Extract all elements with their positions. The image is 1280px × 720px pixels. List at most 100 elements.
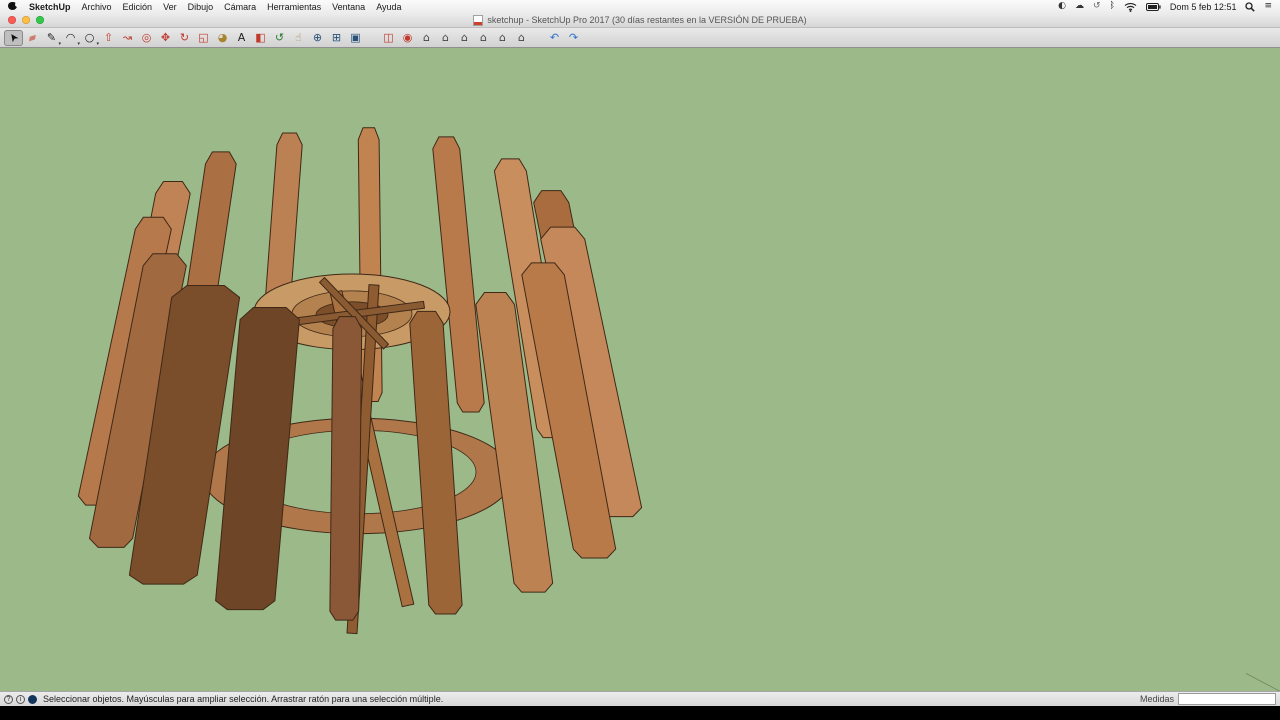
apple-menu[interactable] — [8, 0, 18, 13]
bluetooth-icon[interactable]: ᛒ — [1110, 2, 1115, 11]
menu-item-sketchup[interactable]: SketchUp — [29, 2, 71, 12]
shapes-tool-button[interactable]: ○▾ — [80, 30, 99, 46]
followme-tool-icon: ↝ — [123, 32, 132, 43]
move-tool-button[interactable]: ✥ — [156, 30, 175, 46]
offset-tool-icon: ◎ — [142, 32, 152, 43]
menu-left: SketchUp Archivo Edición Ver Dibujo Cámara Her… — [8, 0, 402, 13]
scale-tool-icon: ◱ — [198, 32, 208, 43]
view-front-icon: ⌂ — [461, 32, 468, 43]
notification-center-icon[interactable]: ≡ — [1264, 2, 1272, 11]
menu-item-edicion[interactable]: Edición — [123, 2, 153, 12]
shapes-tool-icon: ○ — [85, 32, 95, 43]
eraser-tool-icon: ▰ — [27, 31, 38, 44]
drawing-canvas[interactable] — [0, 48, 1280, 691]
status-bar: ?i Seleccionar objetos. Mayúsculas para … — [0, 691, 1280, 706]
tape-measure-tool-button[interactable]: ◕ — [213, 30, 232, 46]
geolocation-status-icon[interactable] — [28, 695, 37, 704]
tool-group-1: ➤ ▰ ✎▾◠▾○▾ ⇧ ↝ ◎ ✥ ↻ ◱ ◕ A ◧ ↺ ☝ ⊕ ⊞ ▣ — [4, 30, 365, 46]
select-tool-icon: ➤ — [6, 31, 20, 45]
close-button[interactable] — [8, 16, 16, 24]
measurements-area: Medidas — [1140, 693, 1276, 705]
model-3d-wooden-structure[interactable] — [0, 48, 1280, 691]
menu-item-ayuda[interactable]: Ayuda — [376, 2, 401, 12]
line-tool-button[interactable]: ✎▾ — [42, 30, 61, 46]
arc-tool-icon: ◠ — [66, 32, 76, 43]
eraser-tool-button[interactable]: ▰ — [23, 30, 42, 46]
menu-item-ver[interactable]: Ver — [163, 2, 177, 12]
zoom-window-tool-button[interactable]: ⊞ — [327, 30, 346, 46]
zoom-tool-icon: ⊕ — [313, 32, 322, 43]
section-plane-tool-button[interactable]: ◫ — [379, 30, 398, 46]
paint-bucket-tool-icon: ◧ — [255, 32, 265, 43]
view-front-button[interactable]: ⌂ — [455, 30, 474, 46]
view-iso-button[interactable]: ⌂ — [417, 30, 436, 46]
view-top-button[interactable]: ⌂ — [436, 30, 455, 46]
text-tool-icon: A — [238, 32, 246, 43]
view-left-button[interactable]: ⌂ — [512, 30, 531, 46]
zoom-button[interactable] — [36, 16, 44, 24]
menu-right: ◐ ☁ ↺ ᛒ Dom 5 feb 12:51 ≡ — [1058, 2, 1272, 12]
window-title-bar[interactable]: sketchup - SketchUp Pro 2017 (30 días re… — [0, 13, 1280, 28]
pan-tool-icon: ☝ — [295, 32, 302, 43]
select-tool-button[interactable]: ➤ — [4, 30, 23, 46]
orbit-tool-button[interactable]: ↺ — [270, 30, 289, 46]
statusbar-icons: ?i — [4, 695, 37, 704]
tape-measure-tool-icon: ◕ — [218, 32, 228, 43]
pushpull-tool-button[interactable]: ⇧ — [99, 30, 118, 46]
menu-item-ventana[interactable]: Ventana — [332, 2, 365, 12]
status-message: Seleccionar objetos. Mayúsculas para amp… — [43, 694, 1134, 704]
cloud-status-icon[interactable]: ☁ — [1075, 2, 1084, 11]
undo-button[interactable]: ↶ — [545, 30, 564, 46]
text-tool-button[interactable]: A — [232, 30, 251, 46]
spotlight-search-icon[interactable] — [1245, 2, 1255, 12]
paint-bucket-tool-button[interactable]: ◧ — [251, 30, 270, 46]
undo-icon: ↶ — [550, 32, 559, 43]
scale-tool-button[interactable]: ◱ — [194, 30, 213, 46]
followme-tool-button[interactable]: ↝ — [118, 30, 137, 46]
rotate-tool-button[interactable]: ↻ — [175, 30, 194, 46]
document-icon — [473, 15, 483, 26]
view-back-button[interactable]: ⌂ — [493, 30, 512, 46]
resize-grip[interactable] — [1246, 673, 1280, 691]
move-tool-icon: ✥ — [161, 32, 170, 43]
view-right-icon: ⌂ — [480, 32, 487, 43]
redo-button[interactable]: ↷ — [564, 30, 583, 46]
time-machine-icon[interactable]: ↺ — [1093, 2, 1101, 11]
letterbox-bar — [0, 706, 1280, 720]
add-location-tool-icon: ◉ — [403, 32, 413, 43]
view-iso-icon: ⌂ — [423, 32, 430, 43]
minimize-button[interactable] — [22, 16, 30, 24]
menu-item-herramientas[interactable]: Herramientas — [267, 2, 321, 12]
view-right-button[interactable]: ⌂ — [474, 30, 493, 46]
pushpull-tool-icon: ⇧ — [104, 32, 113, 43]
view-back-icon: ⌂ — [499, 32, 506, 43]
pan-tool-button[interactable]: ☝ — [289, 30, 308, 46]
offset-tool-button[interactable]: ◎ — [137, 30, 156, 46]
zoom-window-tool-icon: ⊞ — [332, 32, 341, 43]
menu-item-archivo[interactable]: Archivo — [82, 2, 112, 12]
zoom-extents-tool-button[interactable]: ▣ — [346, 30, 365, 46]
orbit-tool-icon: ↺ — [275, 32, 284, 43]
window-title: sketchup - SketchUp Pro 2017 (30 días re… — [473, 15, 806, 26]
measurements-input[interactable] — [1178, 693, 1276, 705]
menu-item-camara[interactable]: Cámara — [224, 2, 256, 12]
line-tool-icon: ✎ — [47, 32, 56, 43]
menu-item-dibujo[interactable]: Dibujo — [188, 2, 214, 12]
window-title-text: sketchup - SketchUp Pro 2017 (30 días re… — [487, 15, 806, 25]
tool-group-2: ◫ ◉ ⌂ ⌂ ⌂ ⌂ ⌂ ⌂ — [379, 30, 531, 46]
rotate-tool-icon: ↻ — [180, 32, 189, 43]
measurements-label: Medidas — [1140, 694, 1174, 704]
wifi-icon[interactable] — [1124, 2, 1137, 12]
section-plane-tool-icon: ◫ — [383, 32, 393, 43]
arc-tool-button[interactable]: ◠▾ — [61, 30, 80, 46]
menu-clock[interactable]: Dom 5 feb 12:51 — [1170, 2, 1237, 12]
app-status-icon[interactable]: ◐ — [1058, 2, 1066, 11]
menu-trailing-icons: ≡ — [1245, 2, 1272, 12]
menu-bar: SketchUp Archivo Edición Ver Dibujo Cámara Her… — [0, 0, 1280, 13]
info-icon[interactable]: i — [16, 695, 25, 704]
desktop: SketchUp Archivo Edición Ver Dibujo Cámara Her… — [0, 0, 1280, 720]
add-location-tool-button[interactable]: ◉ — [398, 30, 417, 46]
help-icon[interactable]: ? — [4, 695, 13, 704]
zoom-tool-button[interactable]: ⊕ — [308, 30, 327, 46]
battery-icon[interactable] — [1146, 3, 1161, 11]
